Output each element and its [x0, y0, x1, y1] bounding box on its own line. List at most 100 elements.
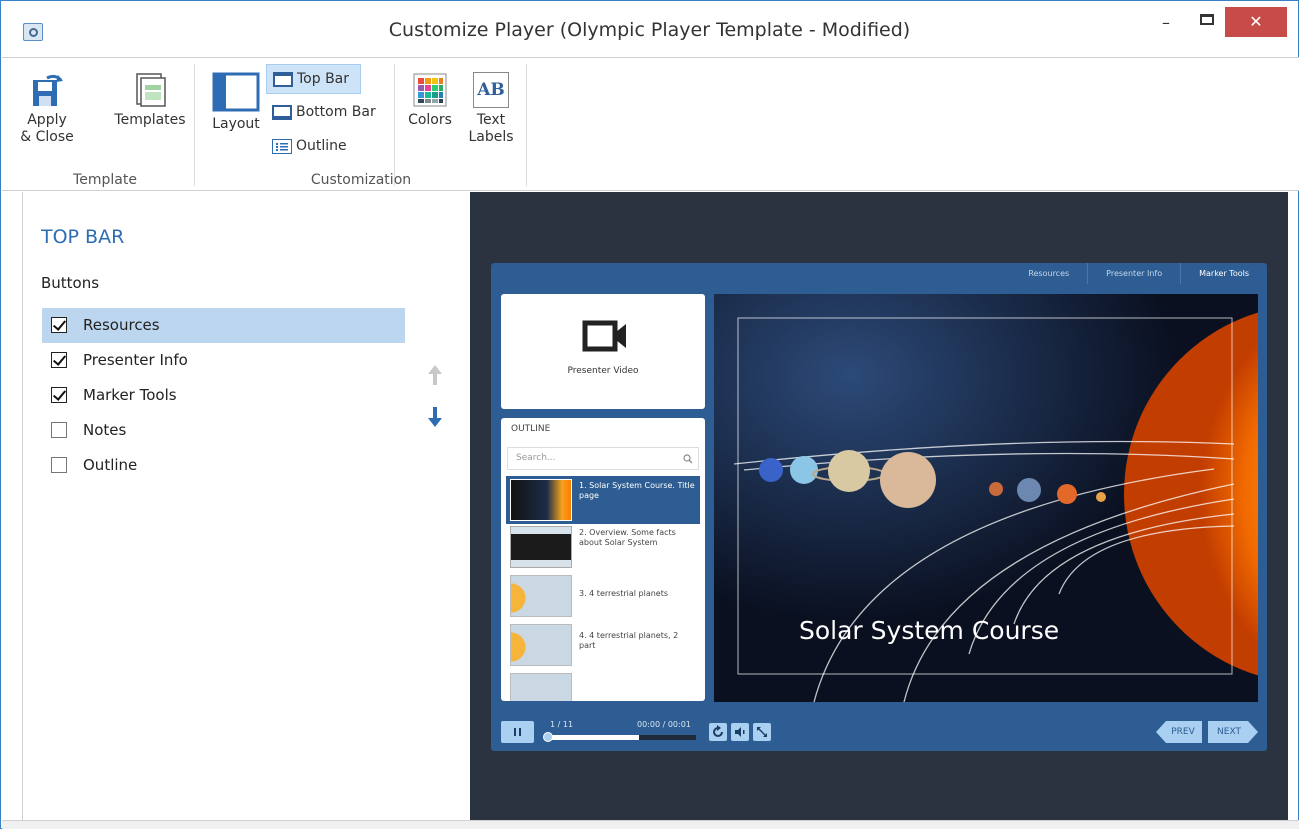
search-icon	[683, 454, 693, 464]
outline-item[interactable]: 4. 4 terrestrial planets, 2 part	[506, 621, 700, 669]
template-group-label: Template	[73, 172, 137, 188]
prev-button[interactable]: PREV	[1156, 721, 1202, 743]
fullscreen-button[interactable]	[753, 723, 771, 741]
outline-panel: OUTLINE Search... 1. Solar System Course…	[501, 418, 705, 701]
list-item-label: Notes	[83, 421, 127, 439]
next-button[interactable]: NEXT	[1208, 721, 1258, 743]
slide-thumbnail	[510, 673, 572, 701]
settings-panel: TOP BAR Buttons Resources Presenter Info…	[22, 192, 469, 820]
marker-tools-checkbox[interactable]	[51, 387, 67, 403]
slide-thumbnail	[510, 526, 572, 568]
ribbon-separator	[526, 64, 527, 186]
maximize-icon	[1200, 14, 1214, 25]
layout-label: Layout	[212, 116, 260, 132]
player-preview-area: Resources Presenter Info Marker Tools Pr…	[470, 192, 1288, 820]
outline-item-label: 1. Solar System Course. Title page	[579, 481, 695, 500]
text-labels-icon: AB	[473, 72, 509, 108]
top-bar-button[interactable]: Top Bar	[266, 64, 361, 94]
move-up-arrow-icon[interactable]	[427, 364, 443, 386]
window-title: Customize Player (Olympic Player Templat…	[388, 19, 911, 41]
outline-item-label: 3. 4 terrestrial planets	[579, 589, 669, 598]
replay-icon	[713, 725, 723, 737]
tab-resources[interactable]: Resources	[1010, 263, 1087, 284]
presenter-info-checkbox[interactable]	[51, 352, 67, 368]
minimize-button[interactable]: –	[1154, 13, 1178, 39]
outline-item[interactable]: 1. Solar System Course. Title page	[506, 476, 700, 524]
slide-counter: 1 / 11	[550, 720, 574, 729]
maximize-button[interactable]	[1195, 9, 1219, 35]
outline-title: OUTLINE	[511, 424, 551, 434]
panel-title: TOP BAR	[41, 226, 125, 248]
player-top-bar: Resources Presenter Info Marker Tools	[1010, 263, 1267, 284]
outline-item-label: 2. Overview. Some facts about Solar Syst…	[579, 528, 676, 547]
list-item-presenter-info[interactable]: Presenter Info	[42, 343, 405, 378]
volume-button[interactable]	[731, 723, 749, 741]
list-item-notes[interactable]: Notes	[42, 413, 405, 448]
templates-icon	[136, 73, 166, 107]
slide-title: Solar System Course	[799, 616, 1060, 645]
window-bottom-edge	[2, 820, 1299, 829]
list-lines-icon	[276, 143, 288, 151]
outline-item[interactable]: 3. 4 terrestrial planets	[506, 572, 700, 620]
save-close-icon	[33, 74, 63, 106]
buttons-list: Resources Presenter Info Marker Tools No…	[42, 308, 405, 483]
outline-item[interactable]	[506, 670, 700, 701]
progress-bar[interactable]	[546, 735, 696, 740]
tab-presenter-info[interactable]: Presenter Info	[1087, 263, 1180, 284]
progress-handle[interactable]	[543, 732, 553, 742]
layout-button[interactable]: Layout	[208, 72, 264, 133]
bottom-bar-button[interactable]: Bottom Bar	[266, 98, 386, 128]
player-bottom-bar: 1 / 11 00:00 / 00:01 PREV NEXT	[491, 711, 1267, 751]
list-item-outline[interactable]: Outline	[42, 448, 405, 483]
slide-thumbnail	[510, 575, 572, 617]
customize-player-window: Customize Player (Olympic Player Templat…	[0, 0, 1299, 829]
pause-button[interactable]	[501, 721, 534, 743]
colors-palette-icon	[413, 73, 447, 107]
video-camera-icon	[582, 320, 626, 352]
ribbon: Apply & Close Templates Template Layout	[2, 57, 1299, 191]
layout-icon	[212, 72, 260, 112]
replay-button[interactable]	[709, 723, 727, 741]
text-labels-button[interactable]: AB Text Labels	[464, 72, 518, 146]
player-preview: Resources Presenter Info Marker Tools Pr…	[491, 263, 1267, 751]
list-item-label: Outline	[83, 456, 138, 474]
resources-checkbox[interactable]	[51, 317, 67, 333]
apply-close-button[interactable]: Apply & Close	[16, 72, 78, 146]
colors-label: Colors	[408, 112, 452, 128]
apply-close-line1: Apply	[27, 112, 67, 128]
outline-item-label: 4. 4 terrestrial planets, 2 part	[579, 631, 679, 650]
title-bar[interactable]: Customize Player (Olympic Player Templat…	[1, 1, 1298, 57]
slide-canvas: Solar System Course	[714, 294, 1258, 702]
slide-thumbnail	[510, 479, 572, 521]
list-item-resources[interactable]: Resources	[42, 308, 405, 343]
outline-checkbox[interactable]	[51, 457, 67, 473]
ribbon-separator	[194, 64, 195, 186]
outline-label: Outline	[296, 138, 347, 154]
buttons-section-label: Buttons	[41, 274, 100, 292]
list-item-label: Marker Tools	[83, 386, 177, 404]
top-bar-label: Top Bar	[297, 71, 350, 87]
presenter-video-panel: Presenter Video	[501, 294, 705, 409]
presenter-video-label: Presenter Video	[567, 366, 639, 376]
tab-marker-tools[interactable]: Marker Tools	[1180, 263, 1267, 284]
list-item-label: Resources	[83, 316, 160, 334]
list-item-label: Presenter Info	[83, 351, 188, 369]
customization-group-label: Customization	[310, 172, 412, 188]
colors-button[interactable]: Colors	[402, 72, 458, 129]
fullscreen-icon	[757, 727, 767, 737]
top-bar-icon	[273, 72, 293, 87]
move-down-arrow-icon[interactable]	[427, 406, 443, 428]
slide-thumbnail	[510, 624, 572, 666]
outline-search-input[interactable]: Search...	[507, 447, 699, 470]
bottom-bar-label: Bottom Bar	[296, 104, 376, 120]
progress-fill	[546, 735, 639, 740]
list-item-marker-tools[interactable]: Marker Tools	[42, 378, 405, 413]
notes-checkbox[interactable]	[51, 422, 67, 438]
outline-button[interactable]: Outline	[266, 132, 366, 162]
text-labels-line2: Labels	[468, 129, 514, 145]
close-button[interactable]: ✕	[1225, 7, 1287, 37]
templates-button[interactable]: Templates	[110, 72, 190, 129]
outline-item[interactable]: 2. Overview. Some facts about Solar Syst…	[506, 523, 700, 571]
time-display: 00:00 / 00:01	[637, 720, 691, 729]
bottom-bar-icon	[272, 105, 292, 120]
